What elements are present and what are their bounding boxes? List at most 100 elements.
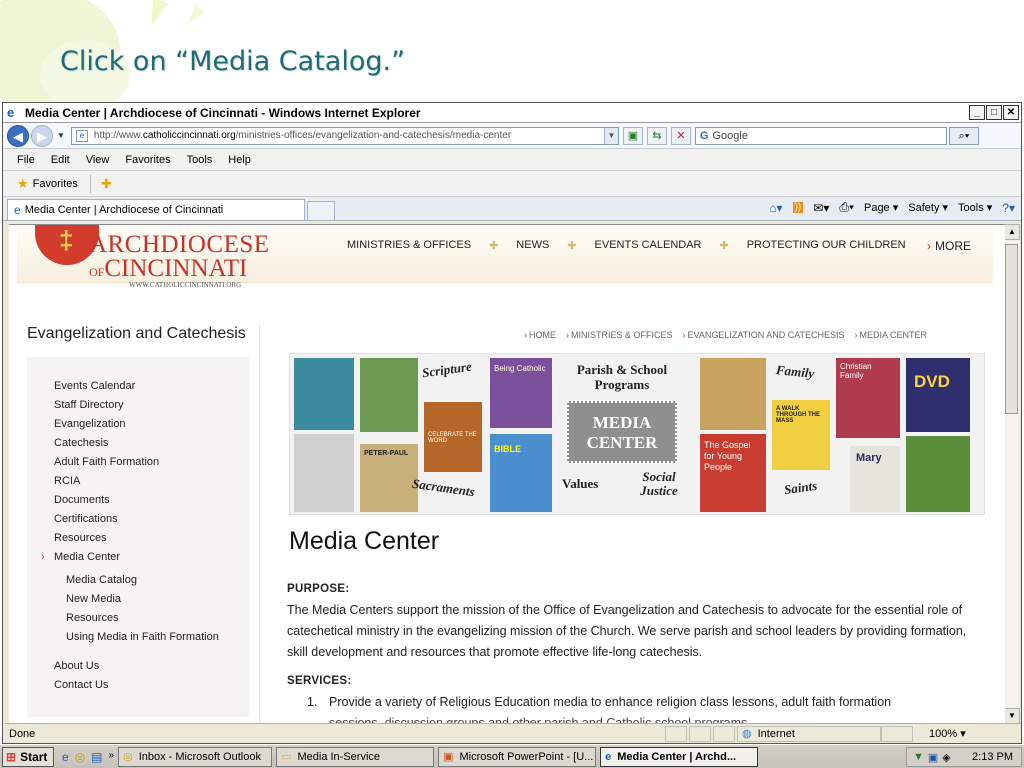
sidebar-item-events-calendar[interactable]: Events Calendar <box>27 377 249 396</box>
sidebar-item-resources[interactable]: Resources <box>27 529 249 548</box>
url-prefix: http://www. <box>93 130 143 141</box>
sidebar-item-media-center[interactable]: › Media Center <box>27 548 249 567</box>
logo-url: WWW.CATHOLICCINCINNATI.ORG <box>129 281 242 289</box>
sidebar-subitem-resources[interactable]: Resources <box>27 609 249 628</box>
back-button[interactable]: ◀ <box>7 124 29 147</box>
breadcrumb-home[interactable]: › HOME <box>524 330 556 340</box>
zoom-level[interactable]: 100% ▾ <box>929 727 966 740</box>
desktop-quicklaunch-icon[interactable]: ▤ <box>91 750 102 764</box>
scroll-down-icon[interactable]: ▼ <box>1004 708 1020 724</box>
menu-help[interactable]: Help <box>228 154 251 166</box>
banner-cover <box>906 436 970 512</box>
slide-instruction: Click on “Media Catalog.” <box>60 46 406 77</box>
favorites-button[interactable]: Favorites <box>33 178 78 190</box>
site-logo[interactable]: ARCHDIOCESE OFCINCINNATI WWW.CATHOLICCIN… <box>89 232 270 289</box>
page-title: Media Center <box>289 527 440 555</box>
print-icon[interactable]: ⎙▾ <box>839 200 854 215</box>
address-bar[interactable]: e http://www. catholiccincinnati.org/mini… <box>70 126 619 145</box>
sidebar-item-staff-directory[interactable]: Staff Directory <box>27 396 249 415</box>
taskbar-item-media-center[interactable]: e Media Center | Archd... <box>600 746 759 767</box>
chevron-icon[interactable]: » <box>109 750 115 764</box>
menu-bar: File Edit View Favorites Tools Help <box>3 149 1021 171</box>
system-tray: ▼ ▣ ◈ 2:13 PM <box>906 747 1022 767</box>
logo-line2: CINCINNATI <box>104 255 248 282</box>
network-icon[interactable]: ▣ <box>928 751 938 764</box>
clock[interactable]: 2:13 PM <box>972 751 1013 763</box>
tab-bar: e Media Center | Archdiocese of Cincinna… <box>3 197 1021 221</box>
sidebar-subitem-new-media[interactable]: New Media <box>27 590 249 609</box>
feeds-icon[interactable]: )) <box>792 202 804 213</box>
sidebar-subitem-media-catalog[interactable]: Media Catalog <box>27 571 249 590</box>
taskbar-item-powerpoint[interactable]: ▣ Microsoft PowerPoint - [U... <box>438 746 597 767</box>
breadcrumb-media-center[interactable]: › MEDIA CENTER <box>855 330 928 340</box>
maximize-button[interactable]: □ <box>986 105 1002 120</box>
scroll-thumb[interactable] <box>1005 244 1018 414</box>
sidebar-subitem-using-media[interactable]: Using Media in Faith Formation <box>27 628 249 647</box>
taskbar-item-outlook[interactable]: ◎ Inbox - Microsoft Outlook <box>118 746 273 767</box>
top-nav: MINISTRIES & OFFICES ✚ NEWS ✚ EVENTS CAL… <box>347 239 906 252</box>
forward-button[interactable]: ▶ <box>31 124 53 147</box>
sidebar-item-contact-us[interactable]: Contact Us <box>27 676 249 695</box>
tools-menu[interactable]: Tools ▾ <box>958 201 992 214</box>
nav-news[interactable]: NEWS <box>516 239 549 252</box>
breadcrumb-ministries[interactable]: › MINISTRIES & OFFICES <box>566 330 673 340</box>
history-dropdown-icon[interactable]: ▼ <box>57 131 65 140</box>
banner-saints: Saints <box>783 477 819 498</box>
compat-view-icon[interactable]: ▣ <box>622 126 643 145</box>
site-header: ‡ ARCHDIOCESE OFCINCINNATI WWW.CATHOLICC… <box>17 225 993 289</box>
sidebar-item-certifications[interactable]: Certifications <box>27 510 249 529</box>
sidebar-item-rcia[interactable]: RCIA <box>27 472 249 491</box>
tab-label: Media Center | Archdiocese of Cincinnati <box>24 204 224 216</box>
taskbar: ⊞ Start e ◎ ▤ » ◎ Inbox - Microsoft Outloo… <box>0 744 1024 768</box>
banner-scripture: Scripture <box>421 358 473 381</box>
status-cell <box>713 725 735 742</box>
stop-icon[interactable]: ✕ <box>670 126 691 145</box>
nav-more[interactable]: › MORE <box>927 239 971 253</box>
safety-menu[interactable]: Safety ▾ <box>908 201 948 214</box>
refresh-icon[interactable]: ⇆ <box>646 126 667 145</box>
outlook-quicklaunch-icon[interactable]: ◎ <box>75 750 85 764</box>
sidebar-panel: Events Calendar Staff Directory Evangeli… <box>27 357 249 717</box>
menu-tools[interactable]: Tools <box>187 154 213 166</box>
zone-indicator[interactable]: ◍ Internet <box>737 725 881 742</box>
new-tab-button[interactable] <box>307 201 335 220</box>
nav-events-calendar[interactable]: EVENTS CALENDAR <box>595 239 702 252</box>
tab-media-center[interactable]: e Media Center | Archdiocese of Cincinna… <box>7 199 305 220</box>
search-input[interactable]: G Google <box>694 126 947 145</box>
search-icon[interactable]: ⌕▾ <box>948 126 979 145</box>
taskbar-item-media-inservice[interactable]: ▭ Media In-Service <box>276 746 435 767</box>
sidebar: Evangelization and Catechesis Events Cal… <box>27 325 249 717</box>
divider <box>89 174 91 193</box>
add-favorites-icon[interactable]: ✚ <box>101 176 112 192</box>
favorites-bar: ★ Favorites ✚ <box>3 171 1021 197</box>
sidebar-item-about-us[interactable]: About Us <box>27 657 249 676</box>
sidebar-item-evangelization[interactable]: Evangelization <box>27 415 249 434</box>
home-icon[interactable]: ⌂▾ <box>769 201 782 215</box>
decor-ray <box>144 0 168 28</box>
nav-protecting-children[interactable]: PROTECTING OUR CHILDREN <box>747 239 906 252</box>
service-item: 1. Provide a variety of Religious Educati… <box>307 695 892 709</box>
minimize-button[interactable]: _ <box>969 105 985 120</box>
vertical-scrollbar[interactable]: ▲ ▼ <box>1003 224 1020 724</box>
volume-icon[interactable]: ◈ <box>942 751 950 764</box>
menu-favorites[interactable]: Favorites <box>125 154 170 166</box>
close-button[interactable]: ✕ <box>1003 105 1019 120</box>
sidebar-item-documents[interactable]: Documents <box>27 491 249 510</box>
nav-ministries[interactable]: MINISTRIES & OFFICES <box>347 239 471 252</box>
start-button[interactable]: ⊞ Start <box>2 746 54 767</box>
page-menu[interactable]: Page ▾ <box>864 201 898 214</box>
menu-view[interactable]: View <box>86 154 110 166</box>
protected-mode-icon[interactable] <box>881 725 913 742</box>
help-icon[interactable]: ?▾ <box>1002 201 1015 215</box>
window-titlebar[interactable]: e Media Center | Archdiocese of Cincinna… <box>3 103 1021 123</box>
address-dropdown-icon[interactable]: ▼ <box>603 127 618 144</box>
shield-icon[interactable]: ▼ <box>913 751 924 763</box>
breadcrumb-evangelization[interactable]: › EVANGELIZATION AND CATECHESIS <box>683 330 845 340</box>
sidebar-item-catechesis[interactable]: Catechesis <box>27 434 249 453</box>
mail-icon[interactable]: ✉▾ <box>813 201 829 215</box>
menu-edit[interactable]: Edit <box>51 154 70 166</box>
ie-quicklaunch-icon[interactable]: e <box>62 750 69 764</box>
menu-file[interactable]: File <box>17 154 35 166</box>
sidebar-item-adult-faith-formation[interactable]: Adult Faith Formation <box>27 453 249 472</box>
scroll-up-icon[interactable]: ▲ <box>1004 224 1020 240</box>
